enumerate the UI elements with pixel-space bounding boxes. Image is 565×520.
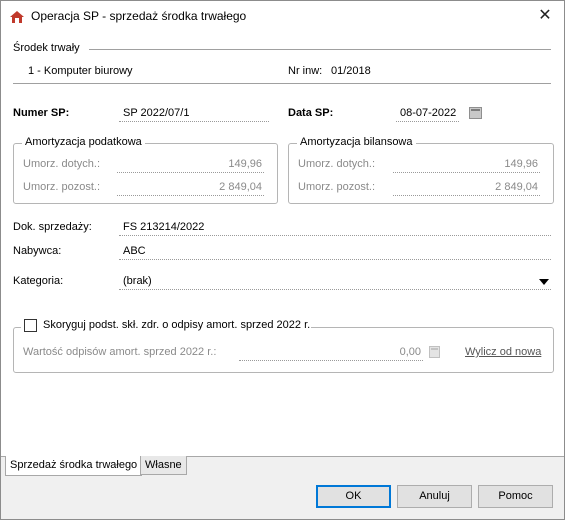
numer-sp-label: Numer SP: xyxy=(13,107,70,119)
calculator-icon xyxy=(429,346,440,358)
close-icon[interactable]: ✕ xyxy=(534,5,556,27)
numer-sp-underline xyxy=(119,121,269,122)
asset-inv-value: 01/2018 xyxy=(331,65,371,77)
title-bar: Operacja SP - sprzedaż środka trwałego ✕ xyxy=(1,1,564,32)
bal-umorz-dotych-value: 149,96 xyxy=(504,158,538,170)
dok-sprzedazy-label: Dok. sprzedaży: xyxy=(13,221,92,233)
dok-sprzedazy-underline xyxy=(119,235,551,236)
asset-name: 1 - Komputer biurowy xyxy=(28,65,133,77)
tab-bar: Sprzedaż środka trwałego Własne xyxy=(1,456,564,478)
asset-bottom-divider xyxy=(13,83,551,84)
tax-depreciation-title: Amortyzacja podatkowa xyxy=(22,136,145,148)
bal-umorz-pozost-underline xyxy=(393,195,540,196)
bal-umorz-dotych-underline xyxy=(393,172,540,173)
cancel-button[interactable]: Anuluj xyxy=(397,485,472,508)
tax-umorz-dotych-label: Umorz. dotych.: xyxy=(23,158,101,170)
correction-checkbox-label[interactable]: Skoryguj podst. skł. zdr. o odpisy amort… xyxy=(43,319,310,331)
tax-umorz-pozost-value: 2 849,04 xyxy=(219,181,262,193)
bal-umorz-pozost-label: Umorz. pozost.: xyxy=(298,181,376,193)
kategoria-label: Kategoria: xyxy=(13,275,64,287)
dialog-window: Operacja SP - sprzedaż środka trwałego ✕… xyxy=(0,0,565,520)
tab-sprzedaz[interactable]: Sprzedaż środka trwałego xyxy=(5,456,143,476)
kategoria-underline xyxy=(119,289,551,290)
correction-legend: Skoryguj podst. skł. zdr. o odpisy amort… xyxy=(21,318,311,334)
tax-umorz-dotych-value: 149,96 xyxy=(228,158,262,170)
nabywca-underline xyxy=(119,259,551,260)
wylicz-od-nowa-link[interactable]: Wylicz od nowa xyxy=(465,346,541,358)
help-button[interactable]: Pomoc xyxy=(478,485,553,508)
dok-sprzedazy-field[interactable]: FS 213214/2022 xyxy=(123,221,204,233)
nabywca-label: Nabywca: xyxy=(13,245,62,257)
wartosc-odpisow-label: Wartość odpisów amort. sprzed 2022 r.: xyxy=(23,346,217,358)
app-icon xyxy=(10,11,24,23)
tax-umorz-dotych-underline xyxy=(117,172,264,173)
dialog-body: Środek trwały 1 - Komputer biurowy Nr in… xyxy=(1,32,564,456)
asset-section-divider xyxy=(89,49,551,50)
bal-umorz-pozost-value: 2 849,04 xyxy=(495,181,538,193)
balance-depreciation-title: Amortyzacja bilansowa xyxy=(297,136,416,148)
tax-umorz-pozost-underline xyxy=(117,195,264,196)
wartosc-odpisow-value: 0,00 xyxy=(399,346,421,358)
data-sp-field[interactable]: 08-07-2022 xyxy=(400,107,456,119)
ok-button[interactable]: OK xyxy=(316,485,391,508)
asset-inv-label: Nr inw: xyxy=(288,65,323,77)
tab-wlasne[interactable]: Własne xyxy=(140,456,187,475)
dropdown-arrow-icon[interactable] xyxy=(539,279,549,285)
numer-sp-field[interactable]: SP 2022/07/1 xyxy=(123,107,189,119)
bal-umorz-dotych-label: Umorz. dotych.: xyxy=(298,158,376,170)
nabywca-field[interactable]: ABC xyxy=(123,245,146,257)
tax-umorz-pozost-label: Umorz. pozost.: xyxy=(23,181,101,193)
kategoria-select[interactable]: (brak) xyxy=(123,275,152,287)
calendar-icon[interactable] xyxy=(469,107,482,119)
data-sp-underline xyxy=(396,121,459,122)
wartosc-odpisow-underline xyxy=(239,360,423,361)
window-title: Operacja SP - sprzedaż środka trwałego xyxy=(31,9,247,23)
data-sp-label: Data SP: xyxy=(288,107,334,119)
correction-checkbox[interactable] xyxy=(24,319,37,332)
asset-section-label: Środek trwały xyxy=(13,42,80,54)
